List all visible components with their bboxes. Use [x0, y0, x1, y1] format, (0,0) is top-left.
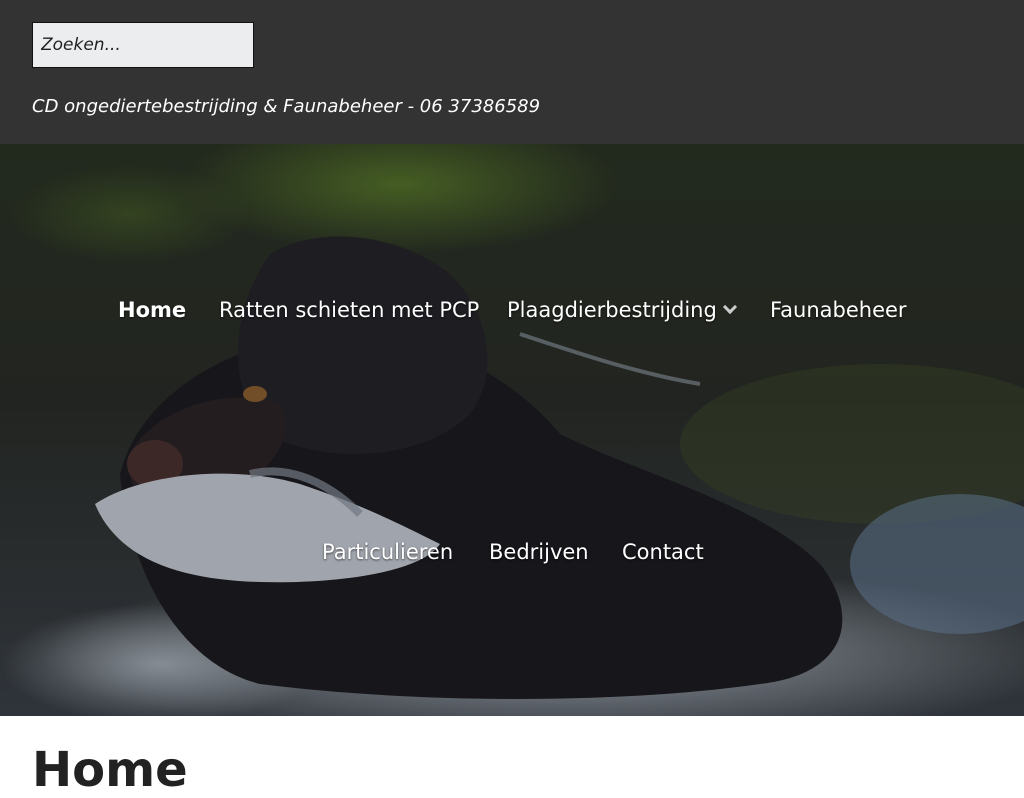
search-input[interactable] [32, 22, 254, 68]
hero-banner: Home Ratten schieten met PCP Plaagdierbe… [0, 144, 1024, 716]
nav-item-faunabeheer[interactable]: Faunabeheer [770, 296, 907, 324]
nav-item-ratten-schieten[interactable]: Ratten schieten met PCP [219, 296, 479, 324]
nav-item-particulieren[interactable]: Particulieren [322, 538, 453, 566]
page-title: Home [32, 742, 188, 798]
site-tagline: CD ongediertebestrijding & Faunabeheer -… [32, 96, 541, 117]
chevron-down-icon [722, 299, 737, 315]
nav-item-plaagdierbestrijding-label: Plaagdierbestrijding [507, 298, 717, 322]
site-header: CD ongediertebestrijding & Faunabeheer -… [0, 0, 1024, 144]
nav-item-contact[interactable]: Contact [622, 538, 704, 566]
nav-item-plaagdierbestrijding[interactable]: Plaagdierbestrijding [507, 296, 737, 324]
nav-item-home[interactable]: Home [118, 296, 186, 324]
nav-item-bedrijven[interactable]: Bedrijven [489, 538, 589, 566]
main-navigation: Home Ratten schieten met PCP Plaagdierbe… [0, 144, 1024, 716]
